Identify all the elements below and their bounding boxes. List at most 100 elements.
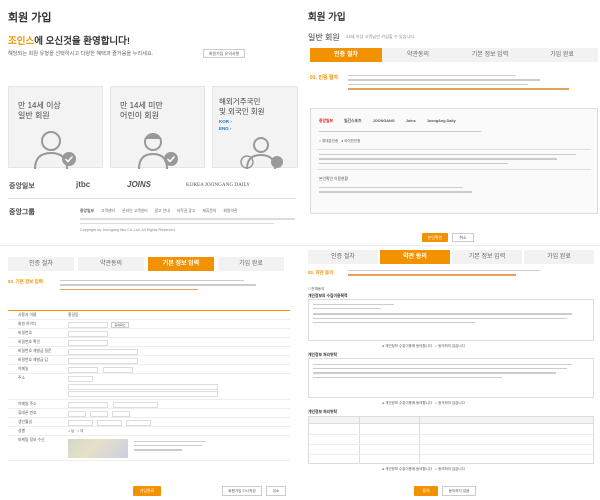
email-address-input[interactable] bbox=[68, 401, 108, 408]
form-heading: 03. 기본 정보 입력 bbox=[8, 279, 43, 284]
card-title: 해외거주국민 및 외국인 회원 bbox=[219, 97, 265, 116]
email-id-input[interactable] bbox=[68, 366, 98, 373]
step-done: 가입 완료 bbox=[524, 250, 594, 264]
auth-notice-lines bbox=[319, 154, 589, 165]
joongang-logo: 중앙일보 bbox=[9, 182, 35, 190]
submit-button[interactable]: 가입완료 bbox=[133, 486, 161, 496]
terms-section-title: 개인정보 처리위탁 bbox=[308, 410, 337, 414]
card-title: 만 14세 미만 어린이 회원 bbox=[120, 101, 163, 120]
footer-link[interactable]: 온라인 고객센터 bbox=[122, 209, 148, 213]
left-panel: 회원 가입 조인스에 오신것을 환영합니다! 해당되는 회원 유형을 선택하시고… bbox=[0, 0, 298, 238]
name-value: 홍길동 bbox=[68, 313, 79, 317]
auth-heading: 01. 인증 절차 bbox=[310, 75, 339, 81]
step-terms: 약관동의 bbox=[78, 257, 144, 271]
joongang-daily-logo: KOREA JOONGANG DAILY bbox=[186, 182, 251, 188]
footer-links: 중앙일보 고객센터 온라인 고객센터 광고 안내 저작권 광고 제휴문의 회원약… bbox=[80, 209, 237, 214]
phone-input-1[interactable] bbox=[68, 410, 86, 417]
welcome-heading: 조인스에 오신것을 환영합니다! bbox=[8, 36, 131, 47]
footer-link[interactable]: 제휴문의 bbox=[202, 209, 216, 213]
confirm-button[interactable]: 본인확인 bbox=[422, 233, 448, 242]
child-member-card[interactable]: 만 14세 미만 어린이 회원 bbox=[110, 86, 205, 169]
email-domain-input[interactable] bbox=[103, 366, 133, 373]
footer-link[interactable]: 회원약관 bbox=[223, 209, 237, 213]
birth-year[interactable] bbox=[68, 419, 93, 426]
cancel-button[interactable]: 취소 bbox=[266, 486, 286, 496]
horizontal-divider bbox=[0, 245, 600, 246]
terms-heading: 02. 약관 동의 bbox=[308, 270, 334, 275]
guide-button[interactable]: 회원가입 유의사항 bbox=[203, 49, 245, 58]
cancel-button[interactable]: 취소 bbox=[452, 233, 474, 242]
page-title: 회원 가입 bbox=[8, 12, 52, 24]
step-info: 기본 정보 입력 bbox=[454, 48, 526, 62]
password-input[interactable] bbox=[68, 330, 108, 337]
footer-link[interactable]: 고객센터 bbox=[101, 209, 115, 213]
agree-radios-2[interactable]: ● 개인정보 수집이용에 동의합니다 ○ 동의하지 않습니다 bbox=[382, 401, 465, 406]
verify-lines bbox=[319, 187, 499, 193]
answer-input[interactable] bbox=[68, 357, 138, 364]
adult-user-icon bbox=[34, 131, 76, 169]
right-panel: 회원 가입 일반 회원 14세 이상 고객님만 가입할 수 있습니다. 인증 절… bbox=[302, 0, 600, 245]
captcha-notice bbox=[134, 441, 214, 451]
agree-radios-1[interactable]: ● 개인정보 수집이용에 동의합니다 ○ 동의하지 않습니다 bbox=[382, 344, 465, 349]
phone-input-3[interactable] bbox=[112, 410, 130, 417]
jtbc-logo: jtbc bbox=[76, 180, 91, 189]
adult-member-card[interactable]: 만 14세 이상 일반 회원 bbox=[8, 86, 103, 169]
page-title: 회원 가입 bbox=[308, 12, 346, 23]
password-confirm-input[interactable] bbox=[68, 339, 108, 346]
agree-all-row[interactable]: □ 전체동의 bbox=[308, 287, 324, 292]
terms-notice bbox=[348, 270, 588, 276]
child-user-icon bbox=[138, 133, 178, 169]
bottom-left-panel: 인증 절차 약관동의 기본 정보 입력 가입 완료 03. 기본 정보 입력 사… bbox=[0, 250, 298, 500]
user-id-input[interactable] bbox=[68, 321, 108, 328]
footer-link[interactable]: 중앙일보 bbox=[80, 209, 94, 213]
verify-title: 본인확인 이용현황 bbox=[319, 177, 348, 181]
auth-box: 중앙일보 일간스포츠 JOONGANG Joins JoongAng Daily… bbox=[310, 108, 598, 214]
terms-box-1[interactable] bbox=[308, 299, 594, 341]
disagree-button[interactable]: 동의하지 않음 bbox=[442, 486, 476, 496]
step-done: 가입 완료 bbox=[218, 257, 284, 271]
address-input[interactable] bbox=[68, 383, 218, 390]
captcha-image bbox=[68, 439, 128, 458]
step-done: 가입 완료 bbox=[526, 48, 598, 62]
footer-divider bbox=[8, 198, 296, 199]
kor-link[interactable]: KOR › bbox=[219, 119, 232, 124]
eng-link[interactable]: ENG › bbox=[219, 126, 232, 131]
step-terms: 약관동의 bbox=[382, 48, 454, 62]
terms-box-2[interactable] bbox=[308, 358, 594, 398]
terms-table[interactable] bbox=[308, 416, 594, 464]
footer-brand: 중앙그룹 bbox=[9, 209, 35, 216]
address-detail-input[interactable] bbox=[68, 391, 218, 397]
partner-logos: 중앙일보 일간스포츠 JOONGANG Joins JoongAng Daily bbox=[319, 119, 456, 123]
card-title: 만 14세 이상 일반 회원 bbox=[18, 101, 61, 120]
gender-radios[interactable]: ○ 남 ○ 여 bbox=[68, 429, 84, 434]
question-select[interactable] bbox=[68, 348, 138, 355]
welcome-subtitle: 해당되는 회원 유형을 선택하시고 다양한 혜택과 즐거움을 누리세요. bbox=[8, 51, 154, 57]
globe-user-icon bbox=[240, 137, 283, 169]
overseas-member-card[interactable]: 해외거주국민 및 외국인 회원 KOR › ENG › bbox=[212, 86, 298, 169]
auth-description bbox=[348, 75, 588, 90]
step-info: 기본 정보 입력 bbox=[148, 257, 214, 271]
phone-input-2[interactable] bbox=[90, 410, 108, 417]
dup-check-button[interactable]: 중복확인 bbox=[111, 321, 129, 328]
footer-link[interactable]: 광고 안내 bbox=[155, 209, 170, 213]
email-select[interactable] bbox=[113, 401, 158, 408]
step-terms: 약관 동의 bbox=[380, 250, 450, 264]
agree-radios-3[interactable]: ● 개인정보 수집이용에 동의합니다 ○ 동의하지 않습니다 bbox=[382, 467, 465, 472]
birth-month[interactable] bbox=[97, 419, 122, 426]
bottom-right-panel: 인증 절차 약관 동의 기본 정보 입력 가입 완료 02. 약관 동의 □ 전… bbox=[302, 250, 600, 500]
step-auth: 인증 절차 bbox=[310, 48, 382, 62]
auth-method-radios[interactable]: ○ 휴대폰인증 ● 아이핀인증 bbox=[319, 139, 360, 144]
birth-day[interactable] bbox=[126, 419, 151, 426]
footer-address-lines bbox=[80, 218, 295, 227]
section-title: 일반 회원 bbox=[308, 33, 340, 42]
auth-info-lines bbox=[319, 131, 589, 137]
section-desc: 14세 이상 고객님만 가입할 수 있습니다. bbox=[346, 34, 416, 39]
footer-link[interactable]: 저작권 광고 bbox=[177, 209, 196, 213]
reset-button[interactable]: 회원가입 다시작성 bbox=[222, 486, 262, 496]
agree-button[interactable]: 동의 bbox=[414, 486, 438, 496]
footer-copyright: Copyright by Joongang Ilbo Co.,Ltd. All … bbox=[80, 228, 176, 232]
step-auth: 인증 절차 bbox=[8, 257, 74, 271]
step-info: 기본 정보 입력 bbox=[452, 250, 522, 264]
signup-form: 사용자 이름 홍길동 회원 아이디 중복확인 비밀번호 비밀번호 확인 비밀번호 재… bbox=[8, 310, 290, 461]
zipcode-input[interactable] bbox=[68, 375, 93, 382]
